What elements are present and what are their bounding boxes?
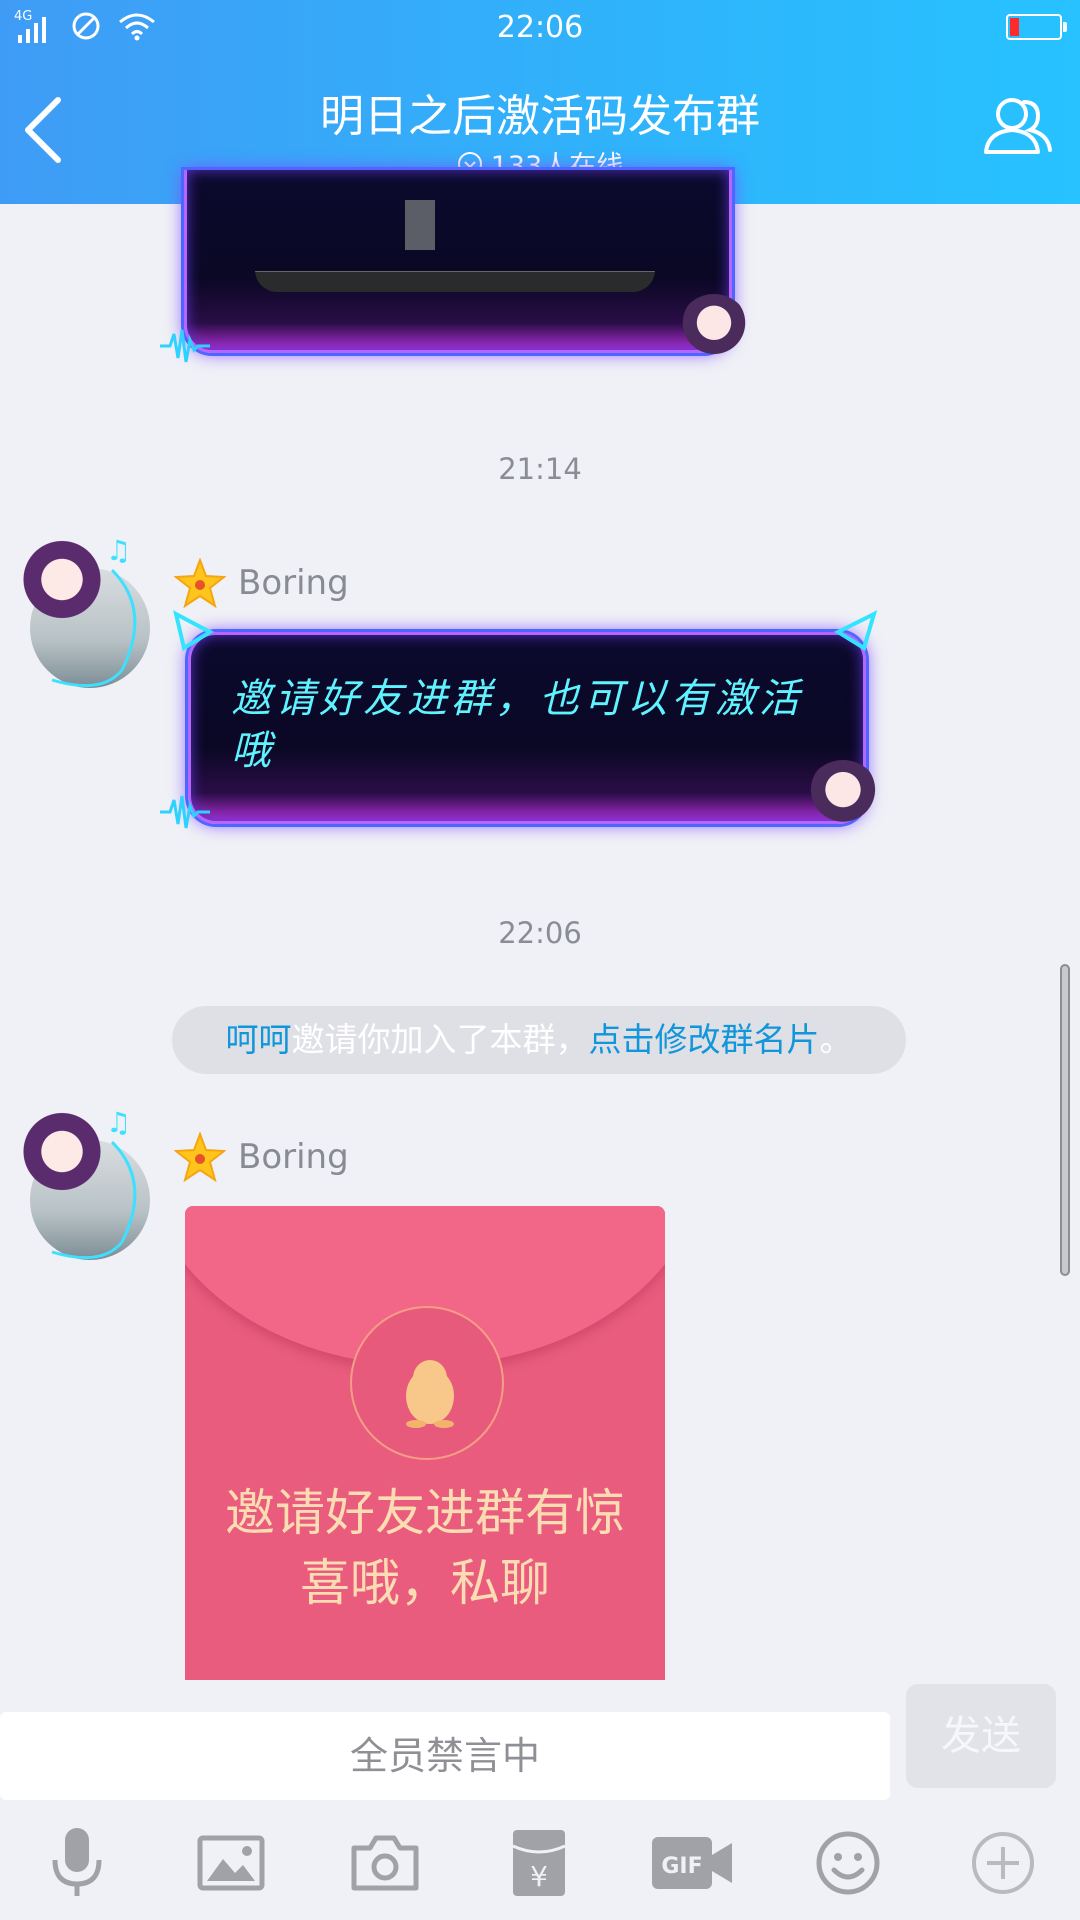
- status-time: 22:06: [496, 10, 584, 45]
- chibi-decoration-icon: [806, 760, 880, 834]
- soundwave-decoration-icon: [160, 329, 210, 363]
- more-button[interactable]: [958, 1818, 1048, 1908]
- red-packet-button[interactable]: ¥: [494, 1818, 584, 1908]
- star-badge-icon: [174, 1132, 226, 1182]
- music-note-icon: ♫: [51, 534, 137, 688]
- red-packet-text: 邀请好友进群有惊喜哦，私聊: [225, 1484, 625, 1612]
- mic-icon: [52, 1828, 102, 1896]
- star-badge-icon: [174, 558, 226, 608]
- gif-icon: GIF: [652, 1837, 732, 1889]
- image-button[interactable]: [186, 1818, 276, 1908]
- game-screenshot-image[interactable]: [255, 200, 655, 292]
- system-notice-end: 。: [819, 1020, 853, 1059]
- system-notice-text: 邀请你加入了本群，: [291, 1020, 589, 1059]
- svg-text:♫: ♫: [106, 534, 131, 567]
- sender-name-row: Boring: [174, 1132, 349, 1182]
- red-packet-message[interactable]: 邀请好友进群有惊喜哦，私聊: [185, 1206, 665, 1680]
- svg-text:GIF: GIF: [661, 1854, 702, 1879]
- gif-button[interactable]: GIF: [650, 1818, 734, 1908]
- soundwave-decoration-icon: [160, 795, 210, 829]
- sender-name: Boring: [238, 1137, 349, 1177]
- timestamp: 22:06: [498, 916, 582, 950]
- chibi-decoration-icon: [678, 294, 750, 366]
- scrollbar[interactable]: [1060, 964, 1070, 1276]
- timestamp: 21:14: [498, 452, 582, 486]
- group-members-icon: [984, 98, 1052, 154]
- message-text: 邀请好友进群，也可以有激活哦: [231, 676, 803, 774]
- music-note-icon: ♫: [51, 1106, 137, 1260]
- avatar[interactable]: ♫: [22, 530, 152, 688]
- red-packet-icon: ¥: [512, 1830, 566, 1896]
- camera-button[interactable]: [340, 1818, 430, 1908]
- system-notice: 呵呵邀请你加入了本群，点击修改群名片。: [172, 1006, 906, 1074]
- penguin-icon: [406, 1360, 454, 1428]
- message-input[interactable]: 全员禁言中: [0, 1712, 890, 1800]
- send-button[interactable]: 发送: [906, 1684, 1056, 1788]
- battery-icon: [1006, 14, 1067, 40]
- mic-button[interactable]: [32, 1818, 122, 1908]
- svg-text:¥: ¥: [530, 1860, 548, 1893]
- group-title: 明日之后激活码发布群: [320, 91, 760, 142]
- image-message-bubble[interactable]: [184, 170, 732, 353]
- svg-text:♫: ♫: [106, 1106, 131, 1139]
- camera-icon: [351, 1835, 419, 1891]
- plus-icon: [972, 1832, 1034, 1894]
- inviter-link[interactable]: 呵呵: [226, 1020, 292, 1059]
- image-icon: [197, 1835, 265, 1891]
- input-toolbar: ¥ GIF: [0, 1818, 1080, 1908]
- group-members-button[interactable]: [978, 88, 1056, 166]
- cat-ear-decoration-icon: [173, 610, 878, 652]
- edit-group-card-link[interactable]: 点击修改群名片: [589, 1020, 820, 1059]
- sender-name-row: Boring: [174, 558, 349, 608]
- sender-name: Boring: [238, 563, 349, 603]
- avatar[interactable]: ♫: [22, 1102, 152, 1260]
- emoji-button[interactable]: [803, 1818, 893, 1908]
- emoji-icon: [816, 1831, 880, 1895]
